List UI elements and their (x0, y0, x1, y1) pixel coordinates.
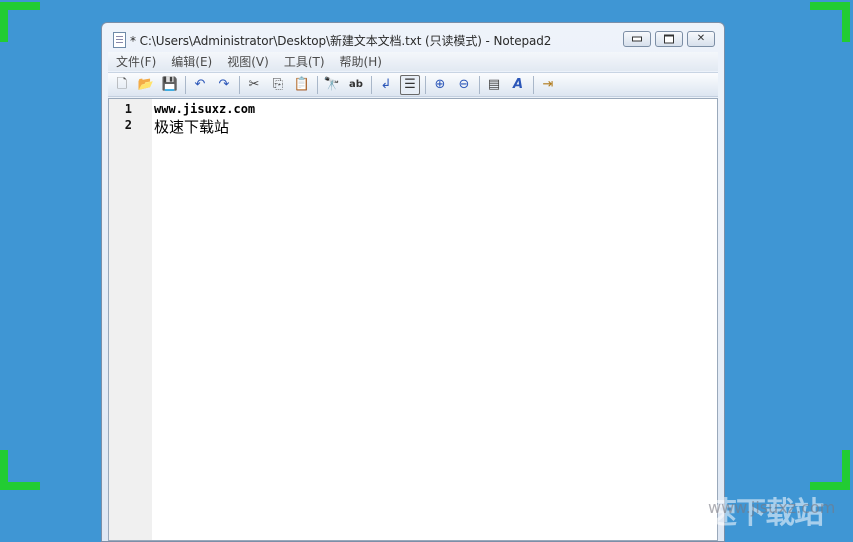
line-number: 2 (124, 118, 132, 132)
toolbar-separator (317, 75, 318, 94)
exit-button[interactable]: ⇥ (538, 75, 558, 95)
undo-icon: ↶ (194, 77, 206, 92)
toolbar-separator (371, 75, 372, 94)
copy-button[interactable]: ⎘ (268, 75, 288, 95)
copy-icon: ⎘ (272, 77, 284, 92)
open-folder-button[interactable]: 📂 (136, 75, 156, 95)
menu-edit[interactable]: 编辑(E) (163, 53, 219, 70)
zoom-out-icon: ⊖ (458, 77, 470, 92)
toolbar-separator (185, 75, 186, 94)
undo-button[interactable]: ↶ (190, 75, 210, 95)
line-number: 1 (124, 102, 132, 116)
cut-icon: ✂ (248, 77, 260, 92)
minimize-button[interactable] (623, 31, 651, 47)
maximize-icon (664, 34, 674, 44)
paste-button[interactable]: 📋 (292, 75, 312, 95)
menu-bar: 文件(F) 编辑(E) 视图(V) 工具(T) 帮助(H) (108, 52, 718, 71)
paste-icon: 📋 (293, 77, 311, 92)
menu-file[interactable]: 文件(F) (108, 53, 163, 70)
site-watermark-url: www.jisuxz.com (708, 498, 836, 517)
close-button[interactable]: ✕ (687, 31, 715, 47)
save-button[interactable]: 💾 (160, 75, 180, 95)
zoom-in-icon: ⊕ (434, 77, 446, 92)
new-file-button[interactable]: 🗋 (112, 75, 132, 95)
replace-button[interactable]: ab (346, 75, 366, 95)
new-file-icon: 🗋 (116, 77, 128, 92)
toolbar-separator (239, 75, 240, 94)
view-toggle-button[interactable]: ☰ (400, 74, 420, 95)
toolbar-separator (479, 75, 480, 94)
cut-button[interactable]: ✂ (244, 75, 264, 95)
find-icon: 🔭 (323, 77, 341, 92)
window-title: * C:\Users\Administrator\Desktop\新建文本文档.… (130, 34, 552, 48)
minimize-icon (632, 36, 642, 42)
close-icon: ✕ (696, 33, 706, 44)
redo-icon: ↷ (218, 77, 230, 92)
line-content: 极速下载站 (154, 118, 230, 136)
corner-mark-top-left (0, 2, 40, 42)
menu-tools[interactable]: 工具(T) (276, 53, 332, 70)
font-button[interactable]: A (508, 75, 528, 95)
exit-icon: ⇥ (542, 77, 554, 92)
word-wrap-button[interactable]: ↲ (376, 75, 396, 95)
maximize-button[interactable] (655, 31, 683, 47)
scheme-button[interactable]: ▤ (484, 75, 504, 95)
corner-mark-bottom-left (0, 450, 40, 490)
find-button[interactable]: 🔭 (322, 75, 342, 95)
line-number-gutter (109, 99, 152, 540)
zoom-in-button[interactable]: ⊕ (430, 75, 450, 95)
menu-view[interactable]: 视图(V) (219, 53, 276, 70)
view-toggle-icon: ☰ (404, 77, 416, 92)
text-editor[interactable]: 1 www.jisuxz.com 2 极速下载站 (108, 98, 718, 541)
zoom-out-button[interactable]: ⊖ (454, 75, 474, 95)
menu-help[interactable]: 帮助(H) (332, 53, 389, 70)
window-controls: ✕ (623, 31, 715, 47)
line-content: www.jisuxz.com (154, 102, 256, 116)
save-icon: 💾 (161, 77, 179, 92)
word-wrap-icon: ↲ (380, 77, 392, 92)
font-icon: A (512, 77, 524, 92)
open-folder-icon: 📂 (137, 77, 155, 92)
editor-line[interactable]: 2 极速下载站 (109, 118, 669, 136)
scheme-icon: ▤ (487, 77, 501, 92)
toolbar-separator (533, 75, 534, 94)
redo-button[interactable]: ↷ (214, 75, 234, 95)
notepad2-window: * C:\Users\Administrator\Desktop\新建文本文档.… (101, 22, 725, 542)
corner-mark-top-right (810, 2, 850, 42)
replace-icon: ab (349, 78, 363, 90)
title-bar[interactable]: * C:\Users\Administrator\Desktop\新建文本文档.… (102, 23, 724, 51)
notepad-app-icon[interactable] (113, 32, 126, 48)
corner-mark-bottom-right (810, 450, 850, 490)
toolbar: 🗋 📂 💾 ↶ ↷ ✂ ⎘ 📋 🔭 ab ↲ ☰ ⊕ ⊖ ▤ A ⇥ (108, 72, 718, 97)
toolbar-separator (425, 75, 426, 94)
